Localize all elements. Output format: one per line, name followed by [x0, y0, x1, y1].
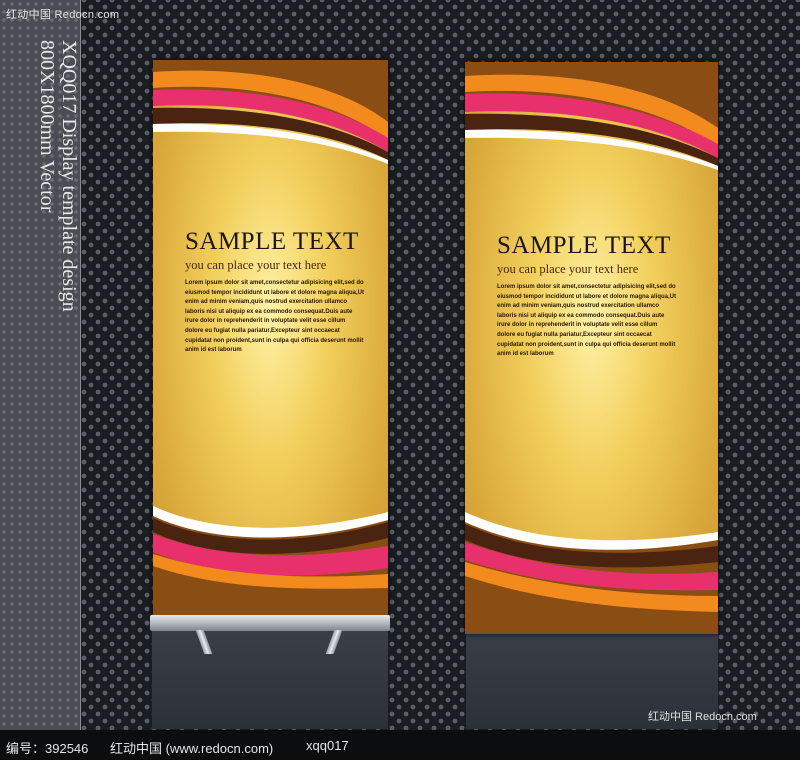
side-title-strip: XQQ017 Display template design 800X1800m… — [0, 0, 81, 730]
banner-left: SAMPLE TEXT you can place your text here… — [153, 60, 388, 615]
watermark-top-left: 红动中国 Redocn.com — [6, 9, 120, 21]
footer-site: 红动中国 (www.redocn.com) — [110, 741, 274, 756]
footer-bar: 编号：392546 红动中国 (www.redocn.com) xqq017 — [0, 730, 800, 760]
footer-id-label: 编号：392546 — [6, 741, 89, 756]
footer-code: xqq017 — [306, 738, 349, 753]
banner-left-subline: you can place your text here — [185, 258, 327, 272]
banner-right-body-copy: Lorem ipsum dolor sit amet,consectetur a… — [497, 284, 677, 358]
banner-left-content: SAMPLE TEXT you can place your text here… — [185, 228, 365, 356]
side-title-line-1: XQQ017 Display template design — [58, 40, 80, 312]
banner-right-content: SAMPLE TEXT you can place your text here… — [497, 232, 677, 360]
watermark-bottom-right: 红动中国 Redocn.com — [648, 711, 757, 723]
banner-left-body-copy: Lorem ipsum dolor sit amet,consectetur a… — [185, 280, 365, 354]
side-title-line-2: 800X1800mm Vector — [36, 40, 58, 213]
floor-shadow-left — [152, 631, 388, 729]
banner-right-headline: SAMPLE TEXT — [497, 232, 671, 259]
rollup-stand-base — [150, 615, 390, 631]
banner-left-headline: SAMPLE TEXT — [185, 228, 359, 255]
banner-right-subline: you can place your text here — [497, 262, 639, 276]
side-title: XQQ017 Display template design 800X1800m… — [36, 40, 80, 400]
banner-right: SAMPLE TEXT you can place your text here… — [465, 62, 718, 634]
